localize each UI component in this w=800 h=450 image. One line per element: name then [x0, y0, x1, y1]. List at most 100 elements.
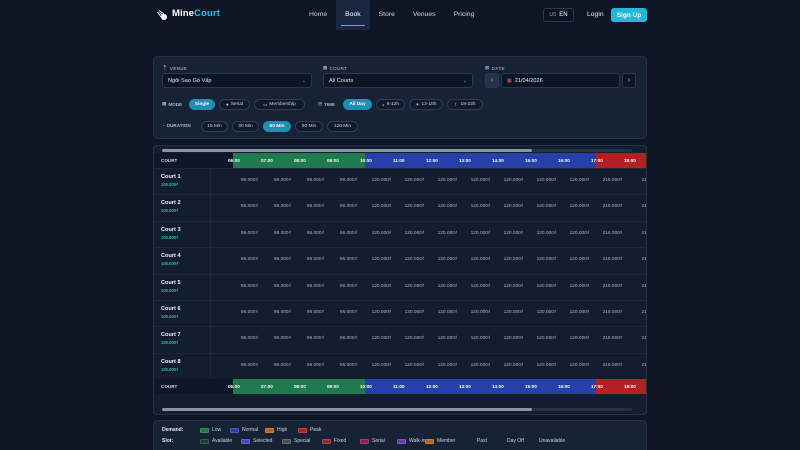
slot-cell[interactable]: 96.000₫	[299, 310, 332, 315]
slot-cell[interactable]: 120.000₫	[464, 204, 497, 209]
slot-cell[interactable]: 216	[629, 257, 646, 262]
slot-cell[interactable]: 120.000₫	[398, 257, 431, 262]
slot-cell[interactable]: 120.000₫	[365, 204, 398, 209]
slot-cell[interactable]: 216.000₫	[596, 178, 629, 183]
slot-cell[interactable]: 120.000₫	[530, 204, 563, 209]
slot-cell[interactable]: 96.000₫	[233, 336, 266, 341]
slot-cell[interactable]: 96.000₫	[233, 284, 266, 289]
slot-cell[interactable]: 96.000₫	[332, 336, 365, 341]
slot-cell[interactable]: 120.000₫	[431, 310, 464, 315]
slot-cell[interactable]: 216.000₫	[596, 257, 629, 262]
nav-book[interactable]: Book	[336, 0, 370, 30]
slot-cell[interactable]: 120.000₫	[497, 204, 530, 209]
slot-cell[interactable]: 120.000₫	[398, 363, 431, 368]
slot-cell[interactable]: 96.000₫	[266, 363, 299, 368]
slot-cell[interactable]: 96.000₫	[299, 231, 332, 236]
slot-cell[interactable]: 96.000₫	[233, 178, 266, 183]
duration-15-min[interactable]: 15 Min	[201, 121, 228, 132]
slot-cell[interactable]: 120.000₫	[497, 178, 530, 183]
slot-cell[interactable]: 120.000₫	[398, 204, 431, 209]
slot-cell[interactable]: 120.000₫	[398, 336, 431, 341]
slot-cell[interactable]: 96.000₫	[233, 257, 266, 262]
slot-cell[interactable]: 120.000₫	[497, 284, 530, 289]
slot-cell[interactable]: 96.000₫	[233, 310, 266, 315]
slot-cell[interactable]: 216	[629, 231, 646, 236]
mode-membership[interactable]: ▭ Membership	[254, 99, 305, 110]
slot-cell[interactable]: 96.000₫	[233, 363, 266, 368]
mode-serial[interactable]: ● Serial	[219, 99, 250, 110]
slot-cell[interactable]: 120.000₫	[563, 204, 596, 209]
slot-cell[interactable]: 120.000₫	[365, 336, 398, 341]
slot-cell[interactable]: 120.000₫	[431, 204, 464, 209]
slot-cell[interactable]: 120.000₫	[497, 363, 530, 368]
time-18-23h[interactable]: ☾ 18-23h	[447, 99, 483, 110]
date-picker[interactable]: ▦ 21/04/2026	[501, 73, 620, 88]
duration-30-min[interactable]: 30 Min	[232, 121, 259, 132]
slot-cell[interactable]: 120.000₫	[530, 363, 563, 368]
slot-cell[interactable]: 120.000₫	[563, 363, 596, 368]
slot-cell[interactable]: 216	[629, 336, 646, 341]
slot-cell[interactable]: 120.000₫	[431, 231, 464, 236]
slot-cell[interactable]: 120.000₫	[464, 284, 497, 289]
slot-cell[interactable]: 96.000₫	[299, 363, 332, 368]
slot-cell[interactable]: 96.000₫	[299, 178, 332, 183]
time-6-12h[interactable]: ◒ 6-12h	[376, 99, 405, 110]
time-all-day[interactable]: All Day	[343, 99, 372, 110]
slot-cell[interactable]: 216.000₫	[596, 204, 629, 209]
slot-cell[interactable]: 96.000₫	[266, 310, 299, 315]
slot-cell[interactable]: 96.000₫	[266, 284, 299, 289]
slot-cell[interactable]: 216.000₫	[596, 284, 629, 289]
slot-cell[interactable]: 120.000₫	[365, 310, 398, 315]
slot-cell[interactable]: 120.000₫	[530, 178, 563, 183]
slot-cell[interactable]: 120.000₫	[365, 178, 398, 183]
nav-home[interactable]: Home	[300, 0, 336, 30]
slot-cell[interactable]: 120.000₫	[563, 231, 596, 236]
slot-cell[interactable]: 120.000₫	[431, 363, 464, 368]
slot-cell[interactable]: 96.000₫	[299, 257, 332, 262]
slot-cell[interactable]: 120.000₫	[530, 310, 563, 315]
slot-cell[interactable]: 120.000₫	[530, 231, 563, 236]
slot-cell[interactable]: 96.000₫	[266, 336, 299, 341]
slot-cell[interactable]: 120.000₫	[563, 257, 596, 262]
slot-cell[interactable]: 120.000₫	[398, 284, 431, 289]
slot-cell[interactable]: 96.000₫	[332, 284, 365, 289]
slot-cell[interactable]: 120.000₫	[464, 257, 497, 262]
next-date-button[interactable]: ›	[622, 73, 636, 88]
slot-cell[interactable]: 120.000₫	[497, 310, 530, 315]
slot-cell[interactable]: 120.000₫	[530, 257, 563, 262]
slot-cell[interactable]: 96.000₫	[266, 178, 299, 183]
duration-60-min[interactable]: 60 Min	[263, 121, 291, 132]
scrollbar-thumb[interactable]	[162, 149, 532, 152]
slot-cell[interactable]: 216	[629, 178, 646, 183]
mode-single[interactable]: Single	[189, 99, 215, 110]
nav-store[interactable]: Store	[370, 0, 404, 30]
slot-cell[interactable]: 120.000₫	[563, 310, 596, 315]
slot-cell[interactable]: 120.000₫	[530, 284, 563, 289]
slot-cell[interactable]: 96.000₫	[332, 231, 365, 236]
slot-cell[interactable]: 120.000₫	[530, 336, 563, 341]
slot-cell[interactable]: 120.000₫	[497, 336, 530, 341]
slot-cell[interactable]: 96.000₫	[266, 231, 299, 236]
slot-cell[interactable]: 96.000₫	[299, 204, 332, 209]
slot-cell[interactable]: 96.000₫	[332, 363, 365, 368]
slot-cell[interactable]: 96.000₫	[332, 204, 365, 209]
slot-cell[interactable]: 120.000₫	[365, 257, 398, 262]
slot-cell[interactable]: 120.000₫	[563, 178, 596, 183]
slot-cell[interactable]: 120.000₫	[365, 363, 398, 368]
login-link[interactable]: Login	[582, 8, 609, 22]
slot-cell[interactable]: 216	[629, 363, 646, 368]
time-12-18h[interactable]: ☀ 12-18h	[409, 99, 443, 110]
slot-cell[interactable]: 120.000₫	[431, 178, 464, 183]
slot-cell[interactable]: 120.000₫	[497, 257, 530, 262]
court-select[interactable]: All Courts ⌄	[323, 73, 473, 88]
slot-cell[interactable]: 216	[629, 284, 646, 289]
slot-cell[interactable]: 120.000₫	[365, 231, 398, 236]
scrollbar-thumb[interactable]	[162, 408, 532, 411]
slot-cell[interactable]: 120.000₫	[563, 284, 596, 289]
slot-cell[interactable]: 120.000₫	[464, 231, 497, 236]
slot-cell[interactable]: 96.000₫	[332, 310, 365, 315]
signup-button[interactable]: Sign Up	[611, 8, 647, 22]
slot-cell[interactable]: 216	[629, 204, 646, 209]
slot-cell[interactable]: 120.000₫	[431, 336, 464, 341]
slot-cell[interactable]: 120.000₫	[398, 178, 431, 183]
